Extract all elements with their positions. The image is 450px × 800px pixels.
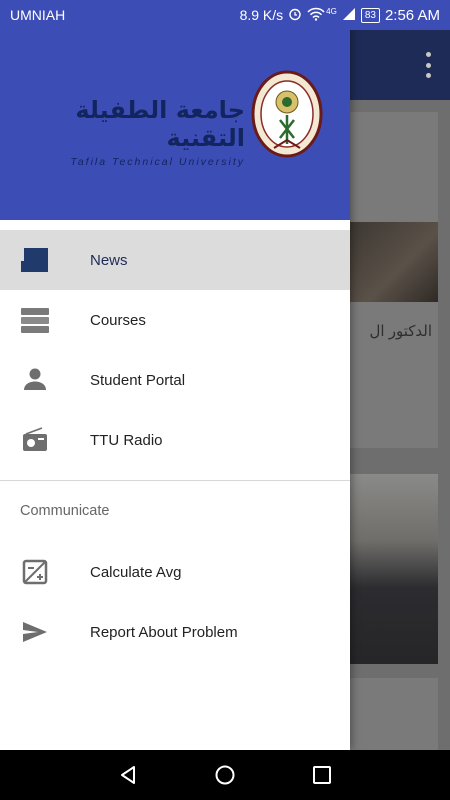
drawer-item-calculate-avg[interactable]: Calculate Avg	[0, 542, 350, 602]
news-card-title: الدكتور ال	[369, 323, 432, 340]
news-card[interactable]: الدكتور ال	[340, 112, 438, 448]
radio-icon	[20, 425, 50, 455]
recents-button[interactable]	[302, 755, 342, 795]
navigation-drawer: جامعة الطفيلة التقنية Tafila Technical U…	[0, 0, 350, 750]
news-card-image	[340, 222, 438, 302]
drawer-header: جامعة الطفيلة التقنية Tafila Technical U…	[0, 30, 350, 220]
alarm-icon	[288, 7, 302, 24]
signal-icon	[342, 7, 356, 24]
drawer-item-courses[interactable]: Courses	[0, 290, 350, 350]
wifi-icon	[307, 7, 325, 24]
drawer-item-news[interactable]: News	[0, 230, 350, 290]
logo-arabic-text: جامعة الطفيلة التقنية	[75, 96, 245, 152]
battery-level: 83	[360, 7, 380, 23]
back-button[interactable]	[108, 755, 148, 795]
system-navigation-bar	[0, 750, 450, 800]
network-badge: 4G	[326, 6, 337, 16]
logo-english-text: Tafila Technical University	[70, 156, 245, 168]
news-card-image	[340, 474, 438, 664]
carrier-name: UMNIAH	[10, 7, 66, 23]
drawer-item-label: Calculate Avg	[90, 563, 182, 581]
send-icon	[20, 617, 50, 647]
university-seal-icon	[250, 70, 324, 162]
books-icon	[20, 305, 50, 335]
home-button[interactable]	[205, 755, 245, 795]
drawer-item-label: Student Portal	[90, 371, 186, 389]
news-icon	[20, 245, 50, 275]
drawer-item-label: Courses	[90, 311, 146, 329]
drawer-item-student-portal[interactable]: Student Portal	[0, 350, 350, 410]
network-speed: 8.9 K/s	[239, 7, 284, 23]
drawer-item-label: Report About Problem	[90, 623, 238, 641]
section-title-communicate: Communicate	[20, 503, 110, 519]
news-card[interactable]	[340, 474, 438, 664]
drawer-item-label: News	[90, 251, 128, 269]
drawer-item-report-problem[interactable]: Report About Problem	[0, 602, 350, 662]
university-logo-text: جامعة الطفيلة التقنية Tafila Technical U…	[30, 96, 245, 176]
clock: 2:56 AM	[384, 6, 440, 24]
person-icon	[20, 365, 50, 395]
calculator-icon	[20, 557, 50, 587]
status-bar: UMNIAH 8.9 K/s 4G 83 2:56 AM	[0, 0, 450, 30]
drawer-item-label: TTU Radio	[90, 431, 163, 449]
overflow-menu-icon[interactable]	[426, 52, 432, 78]
drawer-divider	[0, 480, 350, 481]
drawer-item-ttu-radio[interactable]: TTU Radio	[0, 410, 350, 470]
